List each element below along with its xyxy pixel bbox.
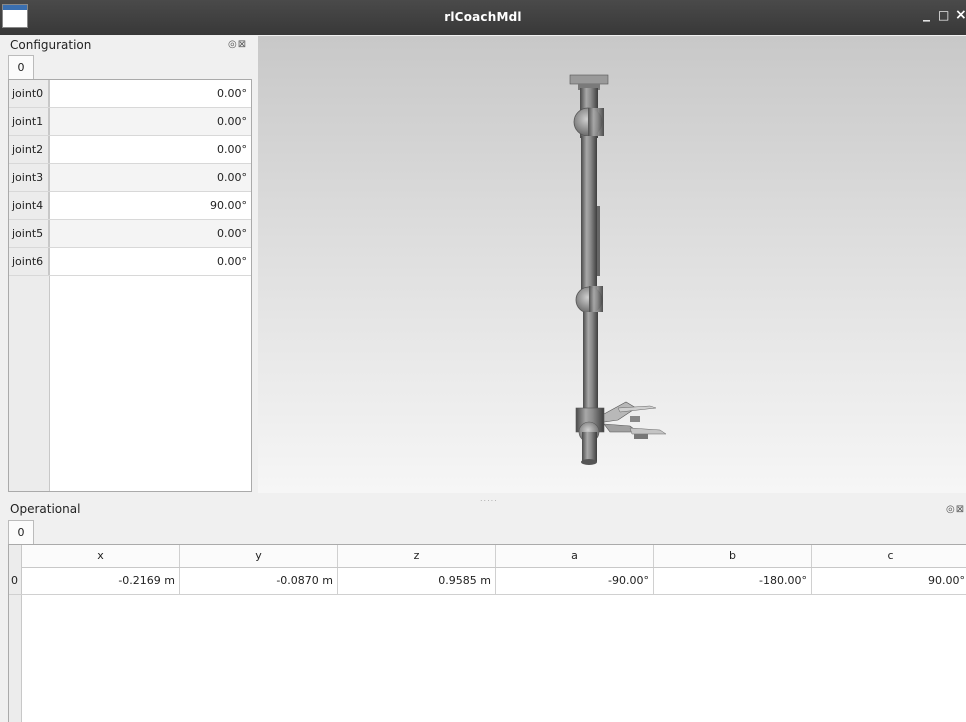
joint-row: joint0 0.00° xyxy=(9,80,251,108)
joint-name: joint6 xyxy=(9,248,49,275)
cell-x[interactable]: -0.2169 m xyxy=(22,568,180,594)
joint-name: joint2 xyxy=(9,136,49,163)
configuration-dock-title: Configuration xyxy=(10,38,92,52)
splitter-handle[interactable]: ..... xyxy=(480,494,498,503)
column-header-b[interactable]: b xyxy=(654,545,812,567)
joint-name: joint0 xyxy=(9,80,49,107)
tab-operational-0[interactable]: 0 xyxy=(8,520,34,544)
configuration-table: joint0 0.00° joint1 0.00° joint2 0.00° j… xyxy=(8,79,252,492)
joint-value[interactable]: 0.00° xyxy=(50,136,251,163)
joint-row: joint1 0.00° xyxy=(9,108,251,136)
table-header: x y z a b c xyxy=(22,545,966,568)
joint-value[interactable]: 0.00° xyxy=(50,108,251,135)
window-title: rlCoachMdl xyxy=(444,10,522,24)
minimize-icon[interactable]: _ xyxy=(923,6,930,22)
column-header-y[interactable]: y xyxy=(180,545,338,567)
joint-name: joint1 xyxy=(9,108,49,135)
joint-name: joint3 xyxy=(9,164,49,191)
operational-dock-buttons-icon[interactable]: ◎⊠ xyxy=(946,504,965,515)
cell-c[interactable]: 90.00° xyxy=(812,568,966,594)
table-row: 0 -0.2169 m -0.0870 m 0.9585 m -90.00° -… xyxy=(9,568,966,595)
tab-configuration-0[interactable]: 0 xyxy=(8,55,34,79)
joint-row: joint6 0.00° xyxy=(9,248,251,276)
window-titlebar: rlCoachMdl _ □ × xyxy=(0,0,966,35)
joint-row: joint4 90.00° xyxy=(9,192,251,220)
column-header-x[interactable]: x xyxy=(22,545,180,567)
column-header-a[interactable]: a xyxy=(496,545,654,567)
3d-viewport[interactable] xyxy=(258,36,966,493)
maximize-icon[interactable]: □ xyxy=(938,8,949,22)
operational-dock-title: Operational xyxy=(10,502,81,516)
joint-value[interactable]: 0.00° xyxy=(50,164,251,191)
joint-name: joint4 xyxy=(9,192,49,219)
joint-row: joint2 0.00° xyxy=(9,136,251,164)
configuration-dock-buttons-icon[interactable]: ◎⊠ xyxy=(228,39,247,50)
joint-value[interactable]: 90.00° xyxy=(50,192,251,219)
operational-table: x y z a b c 0 -0.2169 m -0.0870 m 0.9585… xyxy=(8,544,966,722)
joint-value[interactable]: 0.00° xyxy=(50,80,251,107)
joint-row: joint3 0.00° xyxy=(9,164,251,192)
joint-value[interactable]: 0.00° xyxy=(50,220,251,247)
cell-z[interactable]: 0.9585 m xyxy=(338,568,496,594)
column-header-c[interactable]: c xyxy=(812,545,966,567)
joint-value[interactable]: 0.00° xyxy=(50,248,251,275)
cell-a[interactable]: -90.00° xyxy=(496,568,654,594)
column-header-z[interactable]: z xyxy=(338,545,496,567)
close-icon[interactable]: × xyxy=(955,7,966,23)
joint-name: joint5 xyxy=(9,220,49,247)
joint-row: joint5 0.00° xyxy=(9,220,251,248)
cell-y[interactable]: -0.0870 m xyxy=(180,568,338,594)
row-index[interactable]: 0 xyxy=(9,568,22,594)
cell-b[interactable]: -180.00° xyxy=(654,568,812,594)
robot-arm-render xyxy=(569,74,667,465)
